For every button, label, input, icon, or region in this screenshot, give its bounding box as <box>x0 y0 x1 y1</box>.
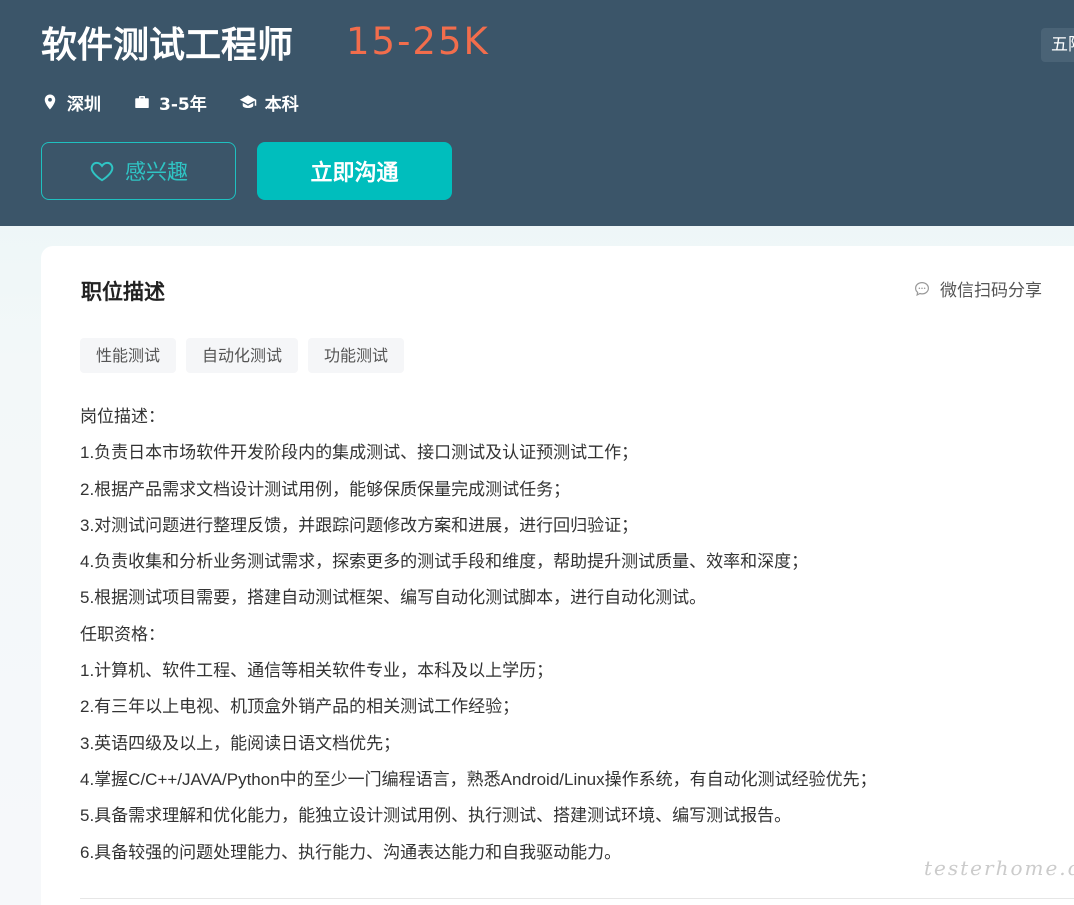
description-line: 2.根据产品需求文档设计测试用例，能够保质保量完成测试任务； <box>80 479 571 499</box>
meta-experience-text: 3-5年 <box>159 94 207 115</box>
chat-now-button-label: 立即沟通 <box>310 161 399 186</box>
chat-now-button[interactable]: 立即沟通 <box>257 142 452 200</box>
description-line: 任职资格： <box>80 624 165 644</box>
location-pin-icon <box>44 94 56 110</box>
description-line: 3.对测试问题进行整理反馈，并跟踪问题修改方案和进展，进行回归验证； <box>80 515 639 535</box>
skill-tag: 功能测试 <box>308 338 405 373</box>
heart-icon <box>90 161 114 182</box>
job-description-card: 职位描述 微信扫码分享 性能测试 自动化测试 功能测试 岗位描述： 1.负责日本… <box>41 246 1074 905</box>
description-line: 5.具备需求理解和优化能力，能独立设计测试用例、执行测试、搭建测试环境、编写测试… <box>80 806 792 826</box>
description-line: 4.负责收集和分析业务测试需求，探索更多的测试手段和维度，帮助提升测试质量、效率… <box>80 552 809 572</box>
meta-location-text: 深圳 <box>67 94 101 115</box>
meta-location: 深圳 <box>41 90 101 115</box>
wechat-share-button[interactable]: 微信扫码分享 <box>913 276 1042 301</box>
skill-tags: 性能测试 自动化测试 功能测试 <box>80 338 414 373</box>
job-description-text: 岗位描述： 1.负责日本市场软件开发阶段内的集成测试、接口测试及认证预测试工作；… <box>80 399 1040 871</box>
skill-tag: 自动化测试 <box>186 338 299 373</box>
description-line: 1.计算机、软件工程、通信等相关软件专业，本科及以上学历； <box>80 661 554 681</box>
divider <box>80 898 1074 899</box>
description-line: 5.根据测试项目需要，搭建自动测试框架、编写自动化测试脚本，进行自动化测试。 <box>80 588 707 608</box>
description-line: 岗位描述： <box>80 407 165 426</box>
meta-education: 本科 <box>239 90 299 115</box>
salary: 15-25K <box>346 20 490 63</box>
description-line: 3.英语四级及以上，能阅读日语文档优先； <box>80 733 401 753</box>
job-header: 软件测试工程师 15-25K 五险 深圳 3-5年 本科 感兴趣 立即沟 <box>0 0 1074 226</box>
watermark: testerhome.com <box>924 856 1074 880</box>
job-title: 软件测试工程师 <box>41 25 294 66</box>
description-line: 4.掌握C/C++/JAVA/Python中的至少一门编程语言，熟悉Androi… <box>80 769 877 789</box>
description-line: 1.负责日本市场软件开发阶段内的集成测试、接口测试及认证预测试工作； <box>80 443 639 463</box>
interest-button[interactable]: 感兴趣 <box>41 142 236 200</box>
meta-education-text: 本科 <box>264 94 299 115</box>
chat-bubble-icon <box>915 281 929 296</box>
benefit-tag: 五险 <box>1041 28 1074 62</box>
briefcase-icon <box>135 96 149 108</box>
section-title: 职位描述 <box>81 280 165 304</box>
graduation-cap-icon <box>239 95 256 108</box>
description-line: 6.具备较强的问题处理能力、执行能力、沟通表达能力和自我驱动能力。 <box>80 842 622 862</box>
description-line: 2.有三年以上电视、机顶盒外销产品的相关测试工作经验； <box>80 697 520 717</box>
skill-tag: 性能测试 <box>80 338 177 373</box>
interest-button-label: 感兴趣 <box>125 160 188 184</box>
share-label: 微信扫码分享 <box>940 281 1042 301</box>
meta-experience: 3-5年 <box>133 90 207 115</box>
job-meta: 深圳 3-5年 本科 <box>41 88 331 116</box>
